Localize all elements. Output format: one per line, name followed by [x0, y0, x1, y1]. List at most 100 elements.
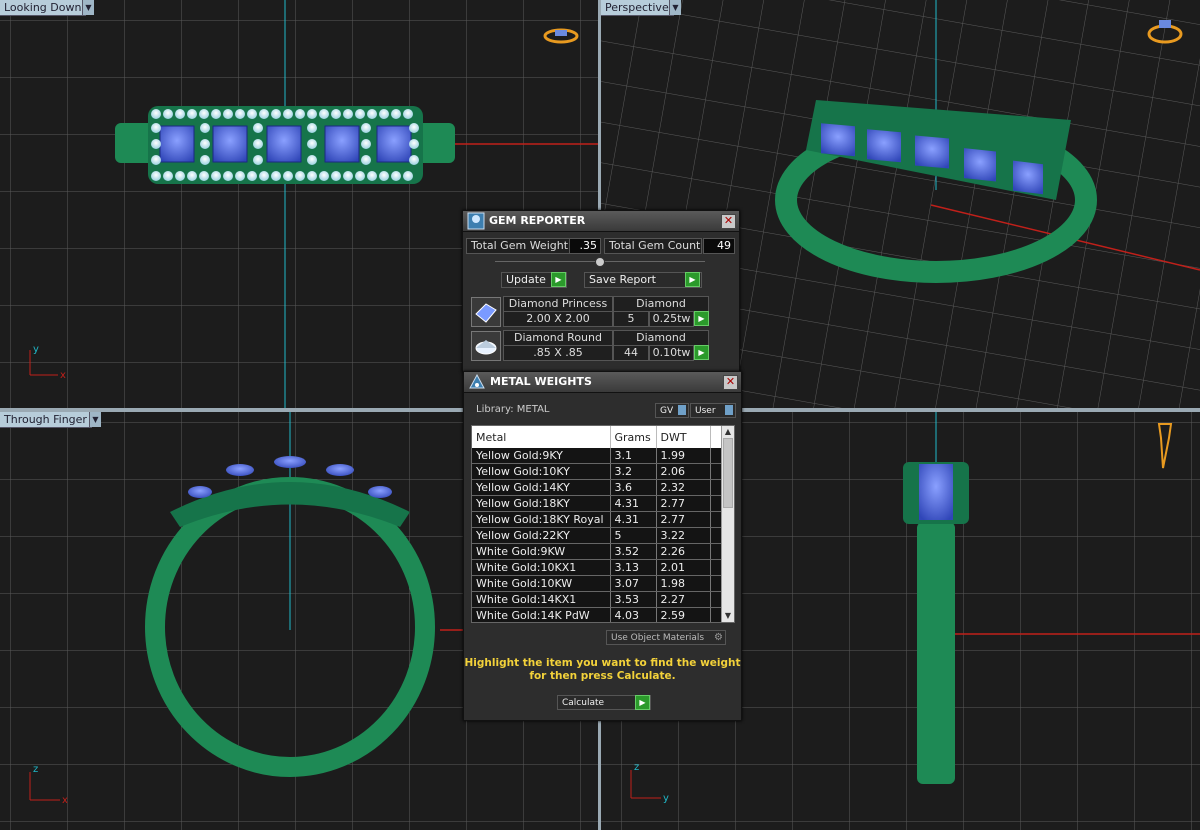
instruction-line-1: Highlight the item you want to find the … [464, 657, 741, 669]
total-gem-count-value: 49 [703, 238, 735, 254]
gem-go-icon[interactable]: ▶ [694, 311, 709, 326]
gem-size: .85 X .85 [503, 345, 613, 361]
cell-grams: 3.13 [610, 559, 657, 576]
cell-dwt: 2.27 [656, 591, 711, 608]
table-row[interactable]: Yellow Gold:22KY 5 3.22 [472, 527, 723, 544]
cell-grams: 3.07 [610, 575, 657, 592]
cell-dwt: 2.77 [656, 495, 711, 512]
cell-grams: 3.2 [610, 463, 657, 480]
cell-metal: Yellow Gold:18KY Royal [472, 511, 611, 528]
gem-material: Diamond [613, 296, 709, 312]
metal-table-header: Metal Grams DWT [472, 426, 723, 448]
cell-metal: Yellow Gold:14KY [472, 479, 611, 496]
gem-side [919, 464, 953, 520]
instruction-line-2: for then press Calculate. [529, 670, 676, 682]
gem-material: Diamond [613, 330, 709, 346]
gem-name: Diamond Princess [503, 296, 613, 312]
column-header-metal[interactable]: Metal [472, 426, 611, 448]
scroll-thumb[interactable] [723, 438, 733, 508]
round-gem-thumbnail-icon [471, 331, 501, 361]
cell-grams: 3.1 [610, 448, 657, 464]
gv-label: GV [660, 406, 674, 416]
cell-dwt: 2.01 [656, 559, 711, 576]
axis-label-x: x [62, 795, 68, 806]
gem-count: 5 [613, 311, 649, 327]
table-row[interactable]: White Gold:10KW 3.07 1.98 [472, 575, 723, 592]
gv-toggle[interactable]: GV [655, 403, 689, 418]
table-row[interactable]: Yellow Gold:18KY 4.31 2.77 [472, 495, 723, 512]
cell-metal: Yellow Gold:18KY [472, 495, 611, 512]
viewport-menu-chevron-icon[interactable]: ▼ [82, 0, 94, 15]
user-toggle[interactable]: User [690, 403, 736, 418]
cell-grams: 3.52 [610, 543, 657, 560]
viewport-label[interactable]: Perspective [601, 0, 674, 16]
cell-dwt: 3.22 [656, 527, 711, 544]
separator-knob-icon[interactable] [595, 257, 605, 267]
gem-reporter-title: GEM REPORTER [489, 214, 586, 227]
gear-icon: ⚙ [714, 632, 723, 643]
cell-grams: 5 [610, 527, 657, 544]
axis-label-y: y [33, 344, 39, 355]
gem-size: 2.00 X 2.00 [503, 311, 613, 327]
viewport-menu-chevron-icon[interactable]: ▼ [669, 0, 681, 15]
update-label: Update [506, 273, 546, 286]
scroll-down-icon[interactable]: ▼ [722, 610, 734, 622]
metal-weights-panel: METAL WEIGHTS ✕ Library: METAL GV User M… [463, 371, 742, 721]
gem-reporter-icon [467, 212, 485, 230]
use-object-materials-label: Use Object Materials [611, 633, 705, 643]
gem-reporter-panel: GEM REPORTER ✕ Total Gem Weight .35 Tota… [462, 210, 740, 372]
toggle-indicator-icon [678, 405, 686, 415]
gem-reporter-titlebar[interactable]: GEM REPORTER ✕ [463, 211, 739, 232]
close-icon[interactable]: ✕ [723, 375, 738, 390]
table-row[interactable]: Yellow Gold:10KY 3.2 2.06 [472, 463, 723, 480]
table-row[interactable]: Yellow Gold:14KY 3.6 2.32 [472, 479, 723, 496]
scroll-up-icon[interactable]: ▲ [722, 426, 734, 438]
cell-grams: 3.6 [610, 479, 657, 496]
princess-gem-thumbnail-icon [471, 297, 501, 327]
gem-name: Diamond Round [503, 330, 613, 346]
cell-metal: White Gold:10KW [472, 575, 611, 592]
cell-dwt: 2.26 [656, 543, 711, 560]
axis-label-y: y [663, 793, 669, 804]
save-report-go-icon[interactable]: ▶ [685, 272, 700, 287]
total-gem-weight-label: Total Gem Weight [466, 238, 570, 254]
table-row[interactable]: Yellow Gold:9KY 3.1 1.99 [472, 448, 723, 464]
table-row[interactable]: White Gold:9KW 3.52 2.26 [472, 543, 723, 560]
cell-grams: 4.03 [610, 607, 657, 622]
close-icon[interactable]: ✕ [721, 214, 736, 229]
viewport-menu-chevron-icon[interactable]: ▼ [89, 412, 101, 427]
calculate-go-icon[interactable]: ▶ [635, 695, 650, 710]
cell-dwt: 2.59 [656, 607, 711, 622]
cell-dwt: 1.98 [656, 575, 711, 592]
cell-dwt: 1.99 [656, 448, 711, 464]
gem-count: 44 [613, 345, 649, 361]
table-row[interactable]: White Gold:14KX1 3.53 2.27 [472, 591, 723, 608]
metal-weights-titlebar[interactable]: METAL WEIGHTS ✕ [464, 372, 741, 393]
table-row[interactable]: Yellow Gold:18KY Royal 4.31 2.77 [472, 511, 723, 528]
viewport-label[interactable]: Looking Down [0, 0, 87, 16]
cell-metal: Yellow Gold:10KY [472, 463, 611, 480]
gem-go-icon[interactable]: ▶ [694, 345, 709, 360]
total-gem-count-label: Total Gem Count [604, 238, 702, 254]
metal-weights-icon [469, 373, 485, 389]
metal-table-container[interactable]: Metal Grams DWT Yellow Gold:9KY 3.1 1.99 Ye… [471, 425, 735, 623]
cell-metal: White Gold:9KW [472, 543, 611, 560]
table-row[interactable]: White Gold:14K PdW 4.03 2.59 [472, 607, 723, 622]
axis-label-x: x [60, 370, 66, 381]
column-header-dwt[interactable]: DWT [656, 426, 711, 448]
total-gem-weight-value: .35 [569, 238, 601, 254]
cell-dwt: 2.06 [656, 463, 711, 480]
update-go-icon[interactable]: ▶ [551, 272, 566, 287]
use-object-materials-toggle[interactable]: Use Object Materials ⚙ [606, 630, 726, 645]
user-label: User [695, 406, 716, 416]
column-header-grams[interactable]: Grams [610, 426, 657, 448]
cell-metal: Yellow Gold:22KY [472, 527, 611, 544]
viewport-label[interactable]: Through Finger [0, 412, 92, 428]
cell-metal: White Gold:14K PdW [472, 607, 611, 622]
library-label: Library: METAL [476, 404, 550, 415]
calculate-label: Calculate [562, 698, 605, 708]
table-scrollbar[interactable]: ▲ ▼ [721, 426, 734, 622]
table-row[interactable]: White Gold:10KX1 3.13 2.01 [472, 559, 723, 576]
metal-weights-title: METAL WEIGHTS [490, 375, 592, 388]
axis-label-z: z [33, 764, 38, 775]
